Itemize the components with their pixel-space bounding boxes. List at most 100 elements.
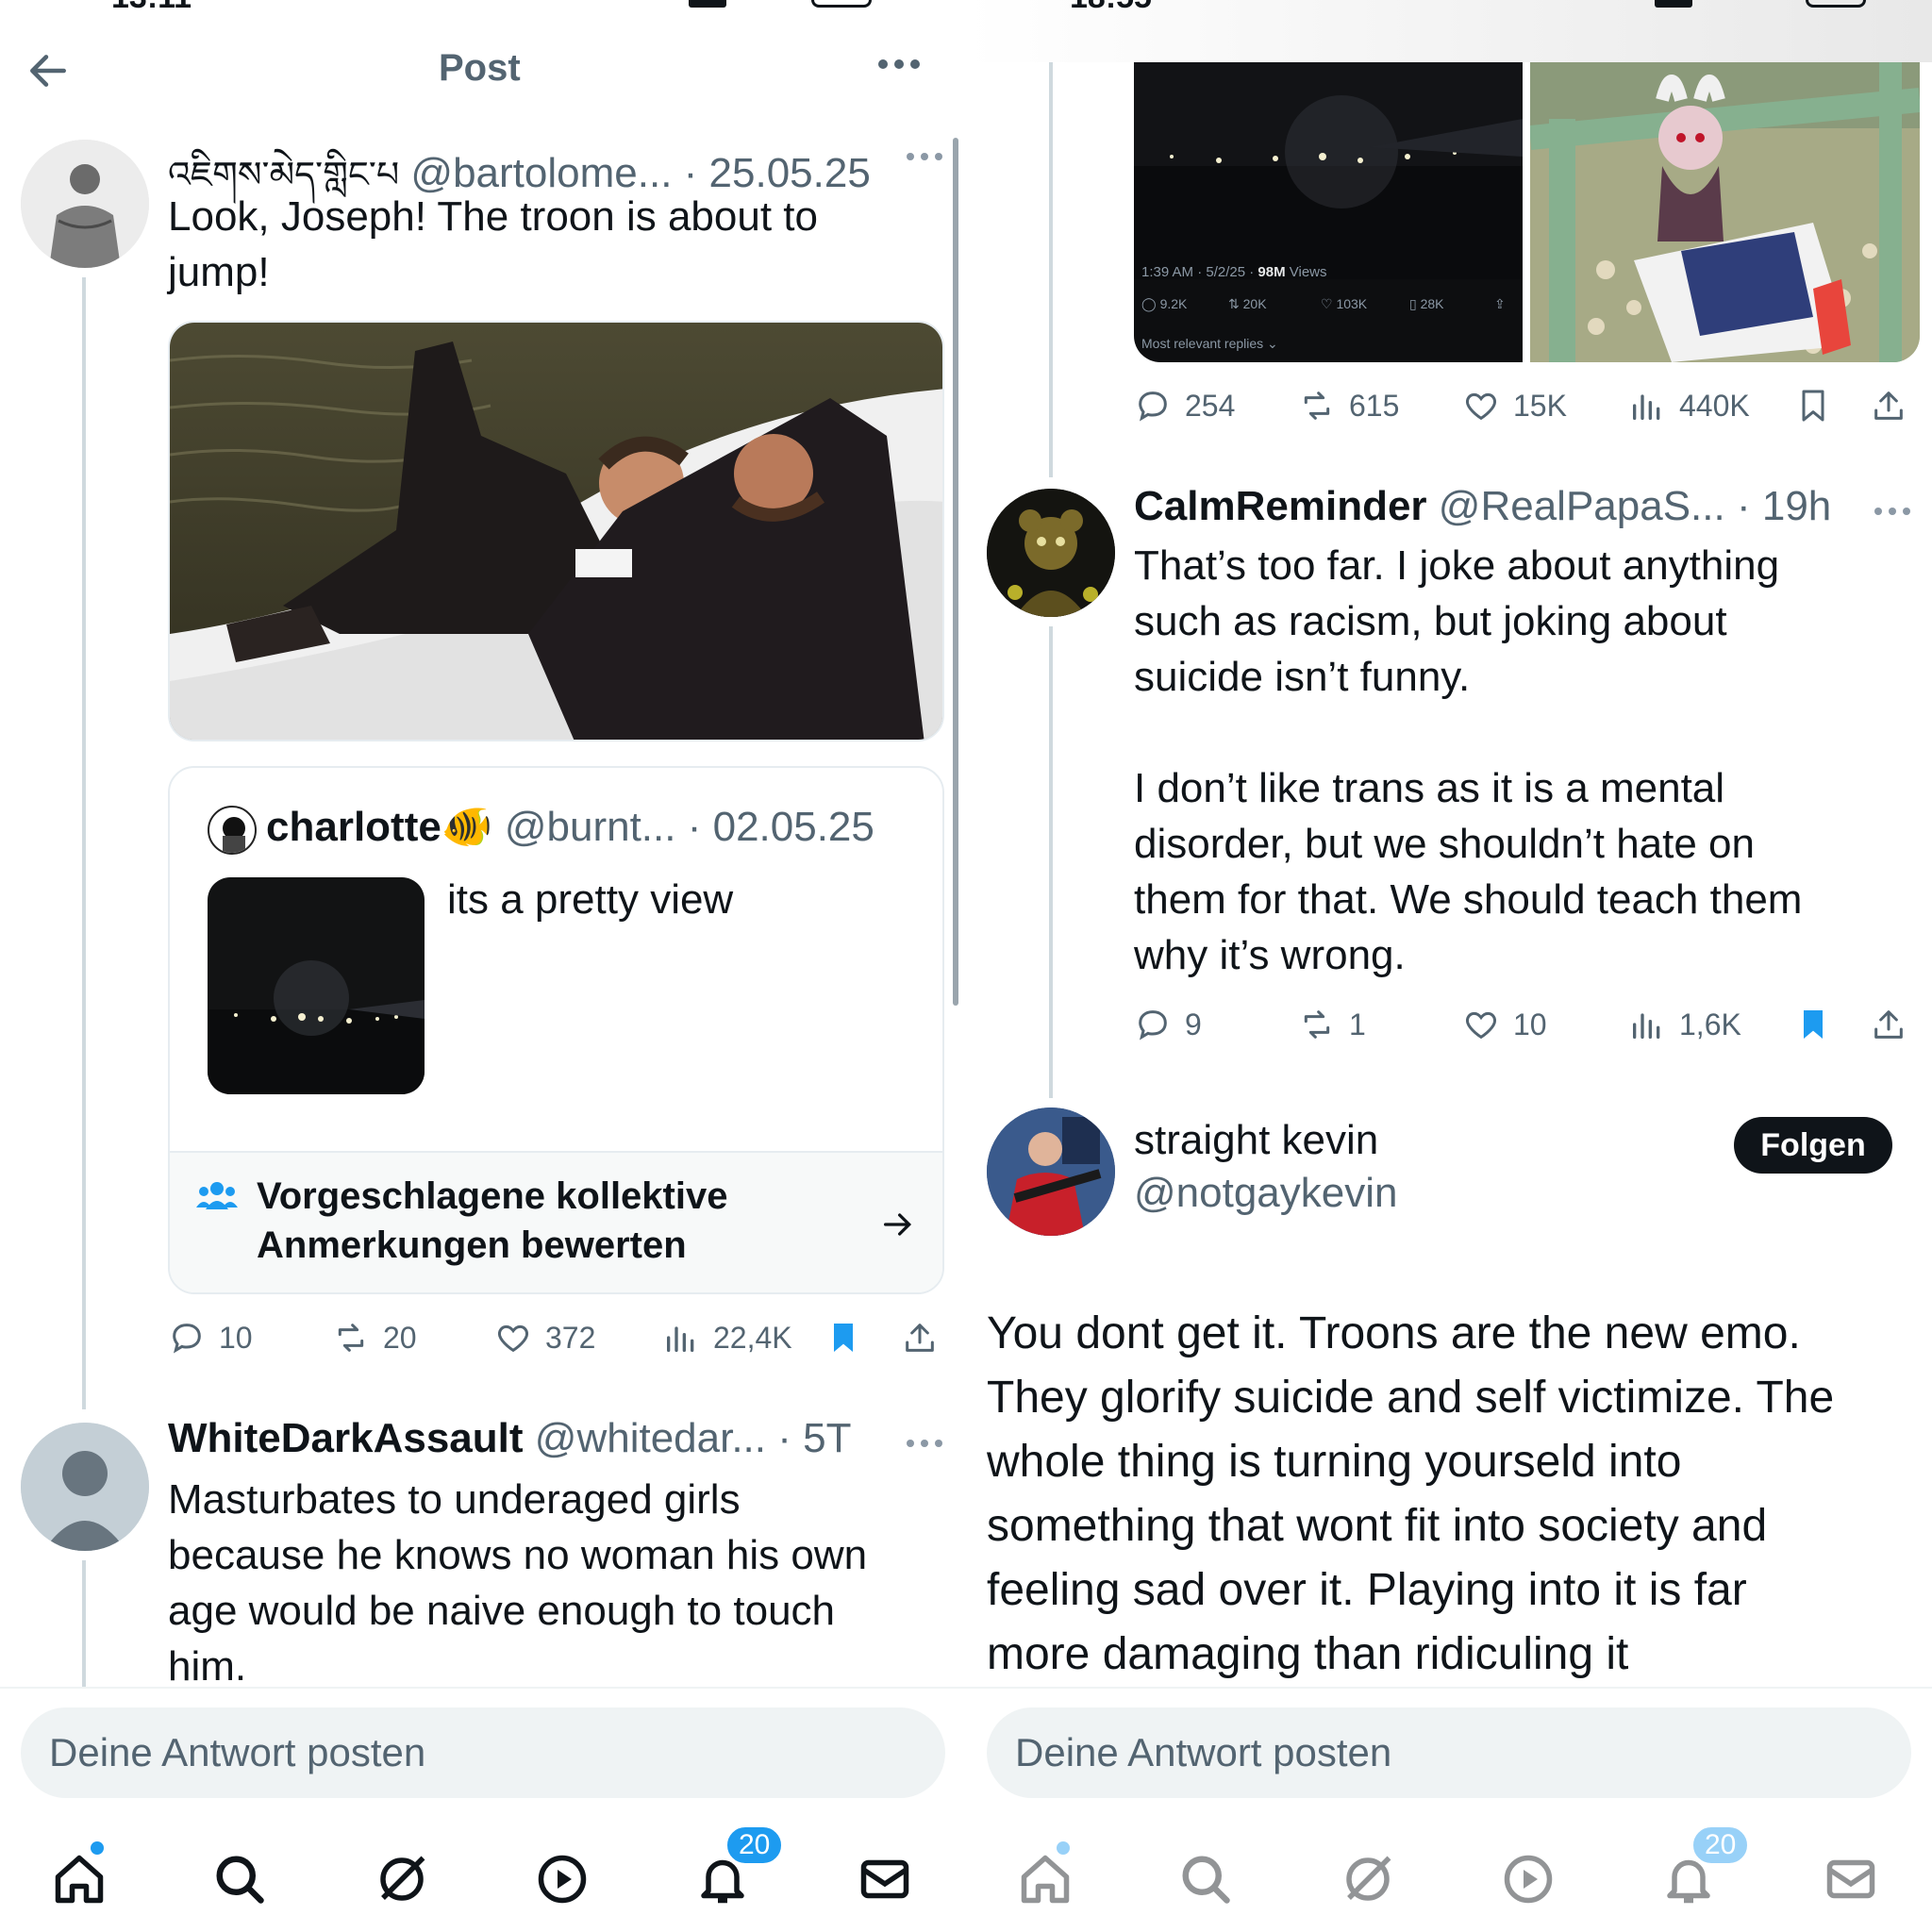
bookmark-filled-icon [1804, 1010, 1823, 1039]
repost-button[interactable]: 1 [1298, 1006, 1366, 1043]
repost-count: 20 [383, 1320, 417, 1355]
messages-icon[interactable] [1823, 1851, 1879, 1907]
quoted-avatar [208, 806, 257, 855]
share-button[interactable] [1870, 1006, 1907, 1043]
user-handle[interactable]: @whitedar... [535, 1415, 766, 1461]
reply-button[interactable]: 9 [1134, 1006, 1202, 1043]
post-more-icon[interactable] [906, 1436, 943, 1453]
grok-icon[interactable] [1340, 1851, 1396, 1907]
kevin-display-name[interactable]: straight kevin [1134, 1117, 1378, 1164]
notifications-icon[interactable]: 20 [1660, 1824, 1751, 1907]
views-button[interactable]: 440K [1628, 387, 1750, 425]
bookmark-button[interactable] [1794, 1006, 1832, 1043]
repost-count: 1 [1349, 1007, 1366, 1041]
post-text-line: You dont get it. Troons are the new emo. [987, 1308, 1801, 1358]
embedded-views-label: Views [1285, 264, 1327, 280]
post-text-line: them for that. We should teach them [1134, 876, 1803, 923]
post-date: · 5T [777, 1415, 852, 1461]
reply-icon [1139, 1010, 1167, 1041]
video-icon[interactable] [534, 1851, 591, 1907]
post-more-icon[interactable] [1874, 504, 1911, 521]
post-text-line: such as racism, but joking about [1134, 598, 1727, 644]
quoted-text: its a pretty view [447, 876, 734, 923]
kevin-avatar[interactable] [987, 1108, 1115, 1236]
views-icon [1633, 394, 1660, 420]
video-icon[interactable] [1500, 1851, 1557, 1907]
more-options-icon[interactable] [875, 53, 923, 75]
quoted-image[interactable] [208, 877, 425, 1094]
status-icons [689, 0, 877, 9]
search-icon[interactable] [211, 1851, 268, 1907]
home-unread-dot [1057, 1841, 1070, 1855]
reply-count: 254 [1185, 388, 1236, 423]
community-notes-banner[interactable]: Vorgeschlagene kollektive Anmerkungen be… [170, 1151, 942, 1292]
follow-button[interactable]: Folgen [1734, 1117, 1892, 1174]
embedded-views: 98M [1257, 264, 1286, 280]
like-button[interactable]: 372 [494, 1319, 595, 1357]
thread-line [82, 1560, 86, 1692]
status-time: 18:55 [1070, 0, 1152, 16]
post-text-line: why it’s wrong. [1134, 932, 1406, 978]
reply-input[interactable]: Deine Antwort posten [21, 1707, 945, 1798]
share-button[interactable] [901, 1319, 939, 1357]
home-icon[interactable] [51, 1841, 108, 1907]
repost-button[interactable]: 20 [332, 1319, 417, 1357]
scrollbar[interactable] [953, 138, 958, 1006]
community-notes-icon [196, 1179, 238, 1216]
kevin-post-text: You dont get it. Troons are the new emo.… [987, 1302, 1834, 1687]
search-icon[interactable] [1177, 1851, 1234, 1907]
post-text-line: Look, Joseph! The troon is about to [168, 193, 818, 240]
kevin-handle[interactable]: @notgaykevin [1134, 1170, 1398, 1217]
notifications-icon[interactable]: 20 [694, 1824, 785, 1907]
post-text-line: more damaging than ridiculing it [987, 1629, 1629, 1679]
views-icon [667, 1326, 694, 1352]
post-images[interactable]: 1:39 AM · 5/2/25 · 98M Views ◯ 9.2K ⇅ 20… [1134, 62, 1920, 362]
repost-count: 615 [1349, 388, 1400, 423]
views-icon [1633, 1013, 1660, 1039]
bookmark-button[interactable] [1794, 387, 1832, 425]
embedded-stat-value: 103K [1336, 296, 1368, 311]
bottom-tab-bar: 20 [966, 1824, 1932, 1932]
user-handle[interactable]: @RealPapaS... [1439, 483, 1725, 529]
bookmark-filled-icon [834, 1324, 853, 1352]
avatar-statue[interactable] [21, 140, 149, 268]
reply-button[interactable]: 10 [168, 1319, 253, 1357]
notifications-badge: 20 [724, 1824, 785, 1866]
share-icon [906, 1324, 934, 1352]
embedded-screenshot-image[interactable]: 1:39 AM · 5/2/25 · 98M Views ◯ 9.2K ⇅ 20… [1134, 62, 1523, 362]
calm-avatar[interactable] [987, 489, 1115, 617]
views-count: 1,6K [1679, 1007, 1741, 1041]
heart-icon [1465, 1011, 1497, 1040]
reply-input[interactable]: Deine Antwort posten [987, 1707, 1911, 1798]
memorial-photo[interactable] [1530, 62, 1920, 362]
left-screenshot: 13:11 Post འཇིགས་མེད་གླིང་པ @bartolome..… [0, 0, 966, 1932]
messages-icon[interactable] [857, 1851, 913, 1907]
home-icon[interactable] [1017, 1841, 1074, 1907]
community-notes-line: Vorgeschlagene kollektive [257, 1175, 728, 1217]
thread-line [1049, 626, 1053, 1098]
grok-icon[interactable] [374, 1851, 430, 1907]
like-button[interactable]: 10 [1462, 1006, 1547, 1043]
display-name[interactable]: WhiteDarkAssault [168, 1415, 524, 1461]
chevron-right-icon[interactable] [879, 1206, 917, 1248]
default-avatar[interactable] [21, 1423, 149, 1551]
post-more-icon[interactable] [906, 149, 943, 166]
reply-button[interactable]: 254 [1134, 387, 1235, 425]
views-button[interactable]: 22,4K [662, 1319, 792, 1357]
bookmark-button[interactable] [824, 1319, 862, 1357]
heart-icon [497, 1324, 529, 1353]
back-arrow-icon[interactable] [25, 47, 75, 94]
post-image[interactable] [168, 321, 944, 741]
post-text-line: disorder, but we shouldn’t hate on [1134, 821, 1756, 867]
share-button[interactable] [1870, 387, 1907, 425]
page-title: Post [439, 47, 521, 89]
post-text-line: whole thing is turning yourseld into [987, 1437, 1682, 1487]
signal-icon [689, 0, 726, 8]
repost-button[interactable]: 615 [1298, 387, 1399, 425]
like-button[interactable]: 15K [1462, 387, 1567, 425]
display-name[interactable]: CalmReminder [1134, 483, 1427, 529]
battery-icon [811, 0, 872, 8]
quoted-post-card[interactable]: charlotte🐠 @burnt... · 02.05.25 its a pr… [168, 766, 944, 1294]
post-text-line [1134, 705, 1802, 760]
views-button[interactable]: 1,6K [1628, 1006, 1741, 1043]
